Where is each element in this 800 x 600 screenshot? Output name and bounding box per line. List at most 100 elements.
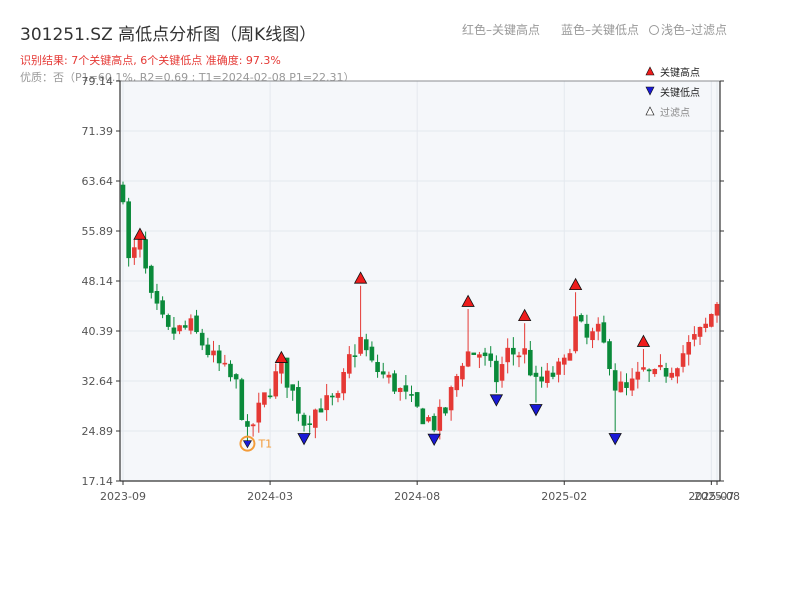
candle-body [414, 392, 420, 407]
x-tick-label: 2024-03 [247, 490, 293, 503]
candle-body [403, 385, 409, 392]
candle-body [646, 369, 652, 372]
candle-body [233, 374, 239, 380]
candle-body [177, 325, 182, 332]
candle-body [607, 341, 612, 370]
candle-body [511, 347, 516, 355]
candle-body [154, 291, 160, 304]
candlestick-chart: 79.14 71.39 63.64 55.89 48.14 40.39 32.64 24.89… [82, 66, 740, 503]
candle-body [426, 417, 431, 422]
candle-body [256, 402, 262, 423]
candle-body [544, 370, 550, 383]
candle-body [556, 361, 561, 375]
y-tick-label: 17.14 [82, 475, 114, 488]
y-tick-label: 24.89 [82, 425, 114, 438]
candle-body [669, 372, 675, 378]
candle-body [714, 303, 720, 316]
candle-body [296, 387, 301, 414]
candle-body [454, 376, 460, 391]
legend-high-text: 关键高点 [660, 66, 700, 79]
candle-body [171, 327, 177, 334]
candle-body [148, 265, 154, 293]
candle-body [363, 339, 369, 351]
candle-body [584, 323, 590, 338]
candle-body [228, 363, 233, 378]
y-tick-label: 55.89 [82, 225, 114, 238]
candle-body [397, 387, 403, 393]
x-tick-label: 2024-08 [394, 490, 440, 503]
candle-body [205, 344, 211, 356]
candle-body [211, 350, 216, 356]
candle-body [680, 353, 686, 367]
candle-body [386, 374, 392, 378]
candle-body [539, 376, 544, 382]
candle-body [250, 424, 256, 427]
candle-body [143, 239, 148, 269]
candle-body [505, 347, 510, 363]
candle-body [160, 300, 165, 315]
candle-body [686, 341, 692, 355]
y-tick-label: 71.39 [82, 125, 114, 138]
candle-body [245, 421, 250, 427]
candle-body [239, 379, 245, 420]
candle-body [188, 318, 194, 331]
candle-body [460, 365, 465, 380]
candle-body [165, 315, 171, 327]
candle-body [448, 387, 454, 411]
legend-filtered-text: 过滤点 [660, 106, 690, 119]
candle-body [346, 354, 352, 374]
candle-body [216, 350, 222, 364]
candle-body [199, 332, 205, 346]
candle-body [330, 395, 335, 398]
candle-body [618, 381, 624, 393]
candle-body [624, 382, 629, 388]
candle-body [222, 362, 228, 365]
candle-body [409, 394, 414, 396]
candle-body [663, 368, 669, 377]
candle-body [578, 315, 584, 322]
candle-body [194, 315, 199, 333]
candle-body [120, 184, 126, 203]
candle-body [528, 349, 533, 376]
candle-body [641, 367, 646, 370]
legend-high-icon [645, 66, 655, 76]
candle-body [262, 392, 267, 405]
candle-body [132, 247, 137, 258]
candle-body [601, 322, 607, 343]
legend-low-text: 关键低点 [660, 86, 700, 99]
candle-body [590, 331, 595, 341]
candle-body [595, 323, 601, 332]
candle-body [267, 395, 273, 398]
candle-body [703, 323, 708, 329]
candle-body [335, 393, 341, 398]
candle-body [533, 372, 539, 377]
candle-body [561, 357, 567, 365]
candle-body [126, 201, 131, 259]
candle-body [380, 371, 386, 375]
candle-body [375, 362, 380, 373]
candle-body [392, 373, 397, 392]
candle-body [443, 407, 448, 414]
candle-body [182, 325, 188, 328]
x-tick-label: 2023-09 [100, 490, 146, 503]
y-tick-label: 32.64 [82, 375, 114, 388]
x-tick-label: 2025-02 [541, 490, 587, 503]
candle-body [352, 355, 358, 357]
candle-body [697, 326, 703, 337]
candle-body [358, 336, 363, 354]
candle-body [465, 351, 471, 367]
candle-body [369, 346, 375, 361]
candle-body [301, 414, 307, 426]
candle-body [499, 364, 505, 381]
candle-body [290, 384, 296, 391]
y-tick-label: 40.39 [82, 325, 114, 338]
candle-body [675, 368, 680, 377]
candle-body [652, 368, 658, 375]
candle-body [629, 378, 635, 391]
candle-body [477, 354, 482, 358]
candle-body [482, 352, 488, 357]
candle-body [313, 409, 318, 428]
candle-body [692, 334, 697, 340]
candle-body [612, 370, 618, 391]
candle-body [420, 408, 426, 425]
